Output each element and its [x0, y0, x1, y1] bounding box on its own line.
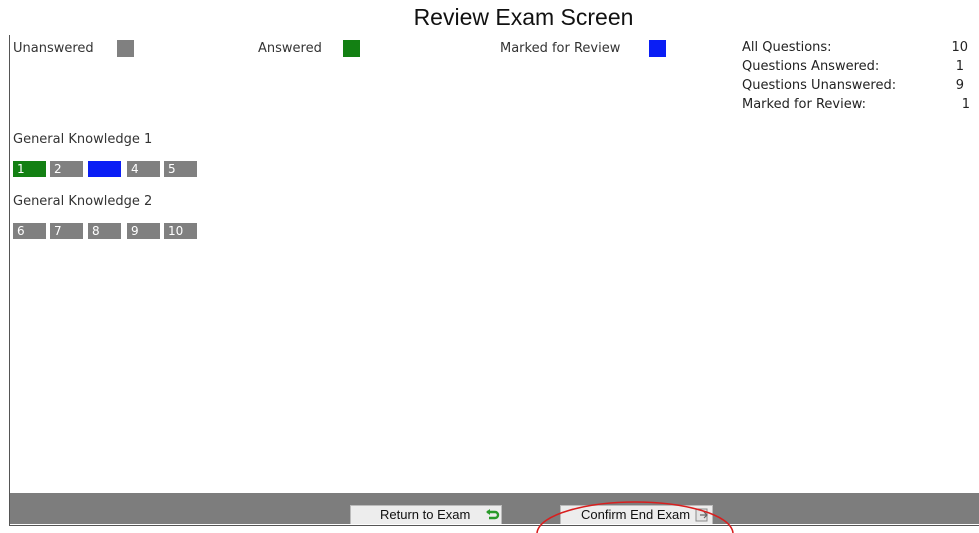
question-button-7[interactable]: 7: [50, 223, 83, 239]
legend-answered-label: Answered: [258, 41, 322, 56]
page-title: Review Exam Screen: [413, 4, 634, 30]
legend-review-label: Marked for Review: [500, 41, 621, 56]
stat-label: Questions Unanswered:: [742, 78, 897, 93]
legend-unanswered-swatch: [117, 40, 134, 57]
stat-questions-answered: Questions Answered: 1: [742, 59, 972, 78]
confirm-end-exam-label: Confirm End Exam: [581, 507, 691, 522]
question-button-4[interactable]: 4: [127, 161, 160, 177]
legend-review-swatch: [649, 40, 666, 57]
question-button-3[interactable]: 3: [88, 161, 121, 177]
question-button-9[interactable]: 9: [127, 223, 160, 239]
question-button-5[interactable]: 5: [164, 161, 197, 177]
legend-unanswered-label: Unanswered: [13, 41, 94, 56]
stat-label: Questions Answered:: [742, 59, 880, 74]
review-panel: Unanswered Answered Marked for Review Al…: [9, 35, 979, 526]
return-to-exam-button[interactable]: Return to Exam: [350, 505, 502, 524]
question-button-2[interactable]: 2: [50, 161, 83, 177]
question-button-10[interactable]: 10: [164, 223, 197, 239]
exam-stats: All Questions: 10 Questions Answered: 1 …: [742, 40, 972, 116]
legend-answered-swatch: [343, 40, 360, 57]
section-title: General Knowledge 1: [13, 132, 153, 147]
stat-label: All Questions:: [742, 40, 832, 55]
confirm-end-exam-button[interactable]: Confirm End Exam: [560, 505, 713, 524]
stat-questions-unanswered: Questions Unanswered: 9: [742, 78, 972, 97]
stat-marked-for-review: Marked for Review: 1: [742, 97, 972, 116]
stat-value: 9: [955, 78, 964, 93]
stat-all-questions: All Questions: 10: [742, 40, 972, 59]
question-button-6[interactable]: 6: [13, 223, 46, 239]
question-button-1[interactable]: 1: [13, 161, 46, 177]
exit-icon: [695, 508, 708, 522]
stat-value: 1: [961, 97, 970, 112]
section-title: General Knowledge 2: [13, 194, 153, 209]
return-arrow-icon: [486, 509, 500, 520]
stat-value: 10: [951, 40, 968, 55]
return-to-exam-label: Return to Exam: [380, 507, 471, 522]
stat-value: 1: [955, 59, 964, 74]
stat-label: Marked for Review:: [742, 97, 867, 112]
question-button-8[interactable]: 8: [88, 223, 121, 239]
